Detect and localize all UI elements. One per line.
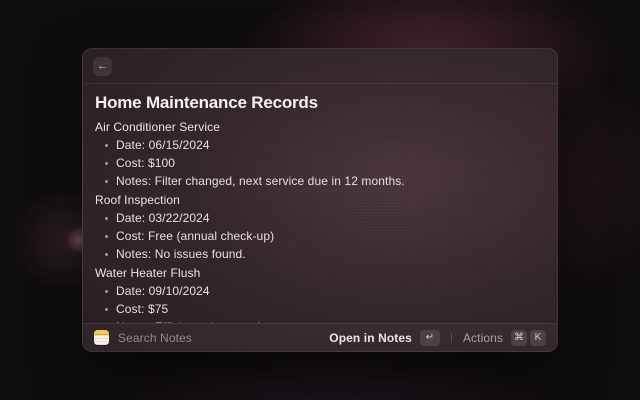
k-keycap: K bbox=[530, 330, 546, 346]
notes-detail-window: ← Home Maintenance Records Air Condition… bbox=[82, 48, 558, 352]
window-header: ← bbox=[83, 49, 557, 84]
back-arrow-icon: ← bbox=[97, 61, 108, 72]
search-notes-label: Search Notes bbox=[118, 331, 192, 345]
note-section: Roof Inspection Date: 03/22/2024 Cost: F… bbox=[95, 193, 543, 261]
open-in-notes-label: Open in Notes bbox=[329, 331, 412, 345]
note-content: Home Maintenance Records Air Conditioner… bbox=[83, 84, 557, 323]
action-bar-left: Search Notes bbox=[94, 330, 329, 345]
section-heading: Water Heater Flush bbox=[95, 266, 543, 280]
return-keycap: ↵ bbox=[420, 330, 440, 346]
list-item: Date: 09/10/2024 bbox=[116, 284, 543, 298]
list-item: Cost: $100 bbox=[116, 156, 543, 170]
note-title: Home Maintenance Records bbox=[95, 93, 543, 113]
actions-label: Actions bbox=[463, 331, 503, 345]
open-in-notes-button[interactable]: Open in Notes ↵ bbox=[329, 330, 440, 346]
list-item: Date: 06/15/2024 bbox=[116, 138, 543, 152]
notes-app-icon bbox=[94, 330, 109, 345]
list-item: Date: 03/22/2024 bbox=[116, 211, 543, 225]
list-item: Notes: Efficiency improved. bbox=[116, 320, 543, 323]
section-heading: Air Conditioner Service bbox=[95, 120, 543, 134]
actions-shortcut-keys: ⌘ K bbox=[511, 330, 546, 346]
back-button[interactable]: ← bbox=[93, 57, 112, 76]
list-item: Notes: Filter changed, next service due … bbox=[116, 174, 543, 188]
section-list: Date: 06/15/2024 Cost: $100 Notes: Filte… bbox=[95, 138, 543, 188]
action-bar-right: Open in Notes ↵ Actions ⌘ K bbox=[329, 330, 546, 346]
list-item: Cost: $75 bbox=[116, 302, 543, 316]
section-list: Date: 03/22/2024 Cost: Free (annual chec… bbox=[95, 211, 543, 261]
list-item: Notes: No issues found. bbox=[116, 247, 543, 261]
action-bar: Search Notes Open in Notes ↵ Actions ⌘ K bbox=[83, 323, 557, 351]
actions-button[interactable]: Actions ⌘ K bbox=[463, 330, 546, 346]
footer-divider bbox=[451, 333, 452, 343]
note-section: Air Conditioner Service Date: 06/15/2024… bbox=[95, 120, 543, 188]
section-list: Date: 09/10/2024 Cost: $75 Notes: Effici… bbox=[95, 284, 543, 323]
note-section: Water Heater Flush Date: 09/10/2024 Cost… bbox=[95, 266, 543, 323]
section-heading: Roof Inspection bbox=[95, 193, 543, 207]
command-keycap: ⌘ bbox=[511, 330, 527, 346]
desktop-background: ← Home Maintenance Records Air Condition… bbox=[0, 0, 640, 400]
list-item: Cost: Free (annual check-up) bbox=[116, 229, 543, 243]
